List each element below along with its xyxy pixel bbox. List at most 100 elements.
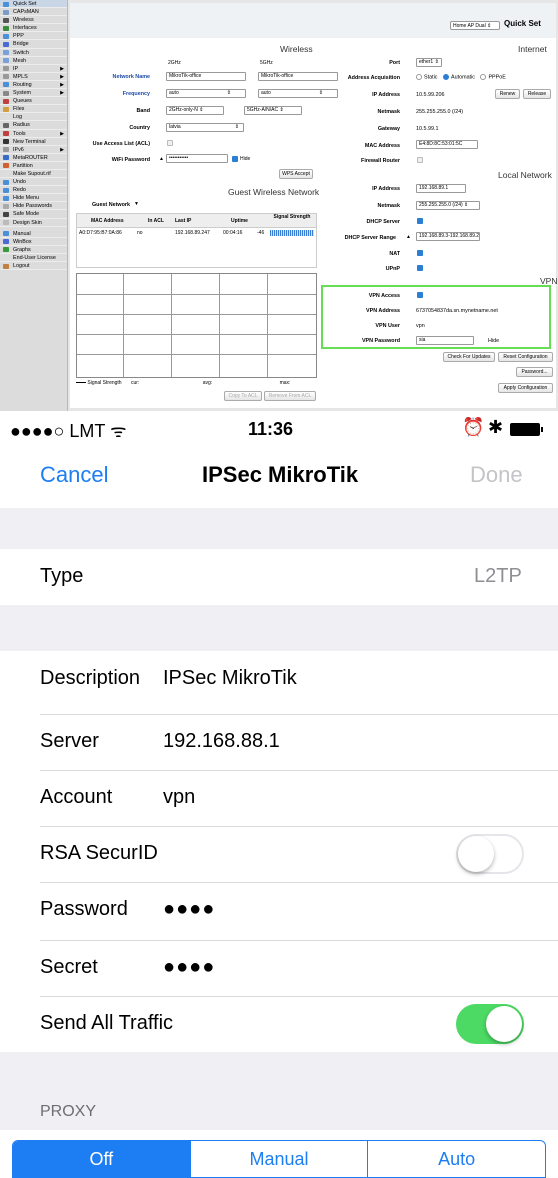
account-value[interactable]: vpn: [163, 786, 195, 809]
apply-configuration-button[interactable]: Apply Configuration: [498, 383, 553, 393]
th-ip[interactable]: Last IP: [175, 218, 191, 224]
sidebar-item-design-skin[interactable]: Design Skin: [0, 219, 67, 227]
type-row[interactable]: Type L2TP: [0, 549, 558, 605]
sidebar-item-hide-menu[interactable]: Hide Menu: [0, 194, 67, 203]
sidebar-item-redo[interactable]: Redo: [0, 186, 67, 195]
sidebar-item-system[interactable]: System ▶: [0, 89, 67, 98]
chevron-right-icon: ▶: [60, 73, 64, 80]
caret-up-icon[interactable]: ▲: [406, 234, 411, 240]
th-mac[interactable]: MAC Address: [91, 218, 124, 224]
sidebar-item-queues[interactable]: Queues: [0, 97, 67, 106]
sidebar-item-safe-mode[interactable]: Safe Mode: [0, 210, 67, 219]
wps-accept-button[interactable]: WPS Accept: [279, 169, 313, 179]
th-uptime[interactable]: Uptime: [231, 218, 248, 224]
account-row[interactable]: Account vpn: [0, 770, 558, 826]
proxy-auto-segment[interactable]: Auto: [368, 1141, 545, 1177]
sidebar-item-make-supout-rif[interactable]: Make Supout.rif: [0, 170, 67, 179]
release-button[interactable]: Release: [523, 89, 551, 99]
band-2ghz-select[interactable]: 2GHz-only-N ⇕: [166, 106, 224, 115]
sidebar-item-mpls[interactable]: MPLS ▶: [0, 73, 67, 81]
description-value[interactable]: IPSec MikroTik: [163, 667, 297, 690]
sidebar-item-hide-passwords[interactable]: Hide Passwords: [0, 202, 67, 211]
th-signal[interactable]: Signal Strength: [270, 215, 314, 220]
done-button[interactable]: Done: [470, 462, 523, 488]
sidebar-item-log[interactable]: Log: [0, 113, 67, 122]
sidebar-item-undo[interactable]: Undo: [0, 178, 67, 187]
vpn-access-checkbox[interactable]: [417, 292, 423, 298]
sidebar-item-wireless[interactable]: Wireless: [0, 16, 67, 25]
radio-static[interactable]: [416, 74, 422, 80]
send-all-traffic-toggle[interactable]: [456, 1004, 524, 1044]
password-button[interactable]: Password...: [516, 367, 553, 377]
sidebar-item-metarouter[interactable]: MetaROUTER: [0, 154, 67, 162]
ip-address-value: 10.5.99.206: [416, 92, 445, 98]
sidebar-item-ipv6[interactable]: IPv6 ▶: [0, 146, 67, 154]
server-value[interactable]: 192.168.88.1: [163, 730, 280, 753]
remove-from-acl-button[interactable]: Remove From ACL: [264, 391, 316, 401]
table-row[interactable]: A0:D7:95:B7:0A:86 no 192.168.89.247 00:0…: [77, 228, 316, 238]
sidebar-item-files[interactable]: Files: [0, 105, 67, 114]
guest-network-expand-icon[interactable]: ▼: [134, 201, 139, 207]
port-select[interactable]: ether1 ⇕: [416, 58, 442, 67]
wifi-password-input[interactable]: •••••••••••: [166, 154, 228, 163]
secret-value[interactable]: ●●●●: [163, 956, 215, 979]
caret-up-icon[interactable]: ▲: [159, 156, 164, 162]
vpn-hide-label[interactable]: Hide: [488, 338, 499, 344]
band-5ghz-select[interactable]: 5GHz-A/N/AC ⇕: [244, 106, 302, 115]
sidebar-item-radius[interactable]: Radius: [0, 121, 67, 130]
server-row[interactable]: Server 192.168.88.1: [0, 714, 558, 770]
proxy-manual-segment[interactable]: Manual: [191, 1141, 369, 1177]
reset-configuration-button[interactable]: Reset Configuration: [498, 352, 553, 362]
dhcp-server-checkbox[interactable]: [417, 218, 423, 224]
sidebar-item-new-terminal[interactable]: New Terminal: [0, 138, 67, 146]
dhcp-range-input[interactable]: 192.168.89.3-192.168.89.2: [416, 232, 480, 241]
sidebar-item-mesh[interactable]: Mesh: [0, 57, 67, 65]
cancel-button[interactable]: Cancel: [40, 462, 108, 488]
nat-checkbox[interactable]: [417, 250, 423, 256]
mode-select[interactable]: Home AP Dual ⇕: [450, 21, 500, 30]
wifi-hide-checkbox[interactable]: [232, 156, 238, 162]
th-acl[interactable]: In ACL: [148, 218, 164, 224]
vpn-user-value: vpn: [416, 323, 425, 329]
sidebar-item-switch[interactable]: Switch: [0, 49, 67, 57]
proxy-off-segment[interactable]: Off: [13, 1141, 191, 1177]
local-ip-input[interactable]: 192.168.89.1: [416, 184, 466, 193]
sidebar-item-ppp[interactable]: PPP: [0, 32, 67, 41]
renew-button[interactable]: Renew: [495, 89, 520, 99]
password-row[interactable]: Password ●●●●: [0, 882, 558, 938]
local-netmask-select[interactable]: 255.255.255.0 (/24) ⇕: [416, 201, 480, 210]
vpn-password-input[interactable]: sia: [416, 336, 474, 345]
address-acquisition-radios[interactable]: Static Automatic PPPoE: [416, 74, 506, 80]
sidebar-item-routing[interactable]: Routing ▶: [0, 81, 67, 90]
check-for-updates-button[interactable]: Check For Updates: [443, 352, 495, 362]
sidebar-item-winbox[interactable]: WinBox: [0, 238, 67, 246]
sidebar-item-manual[interactable]: Manual: [0, 230, 67, 238]
network-name-2ghz-input[interactable]: MikroTik-office: [166, 72, 246, 81]
sidebar-item-tools[interactable]: Tools ▶: [0, 130, 67, 138]
sidebar-item-bridge[interactable]: Bridge: [0, 40, 67, 49]
firewall-router-checkbox[interactable]: [417, 157, 423, 163]
password-value[interactable]: ●●●●: [163, 898, 215, 921]
local-network-section-title: Local Network: [498, 170, 552, 180]
sidebar-item-partition[interactable]: Partition: [0, 162, 67, 170]
frequency-2ghz-select[interactable]: auto ⇕: [166, 89, 246, 98]
sidebar-item-quick-set[interactable]: Quick Set: [0, 0, 67, 9]
secret-row[interactable]: Secret ●●●●: [0, 940, 558, 996]
menu-icon: [3, 147, 9, 153]
radio-automatic[interactable]: [442, 74, 449, 80]
copy-to-acl-button[interactable]: Copy To ACL: [224, 391, 262, 401]
mikrotik-quickset-screenshot: Quick Set CAPsMAN Wireless Interfaces PPP Bri…: [0, 0, 558, 411]
acl-checkbox[interactable]: [167, 140, 173, 146]
sidebar-item-graphs[interactable]: Graphs: [0, 246, 67, 254]
radio-pppoe[interactable]: [480, 74, 487, 80]
sidebar-item-logout[interactable]: Logout: [0, 262, 67, 271]
country-select[interactable]: latvia ⇕: [166, 123, 244, 132]
upnp-checkbox[interactable]: [417, 265, 423, 271]
sidebar-item-capsman[interactable]: CAPsMAN: [0, 8, 67, 17]
description-row[interactable]: Description IPSec MikroTik: [0, 651, 558, 707]
rsa-securid-toggle[interactable]: [456, 834, 524, 874]
mac-address-input[interactable]: E4:8D:8C:53:01:5C: [416, 140, 478, 149]
sidebar-item-end-user-license[interactable]: End-User License: [0, 254, 67, 262]
sidebar-item-ip[interactable]: IP ▶: [0, 65, 67, 73]
sidebar-item-interfaces[interactable]: Interfaces: [0, 24, 67, 33]
